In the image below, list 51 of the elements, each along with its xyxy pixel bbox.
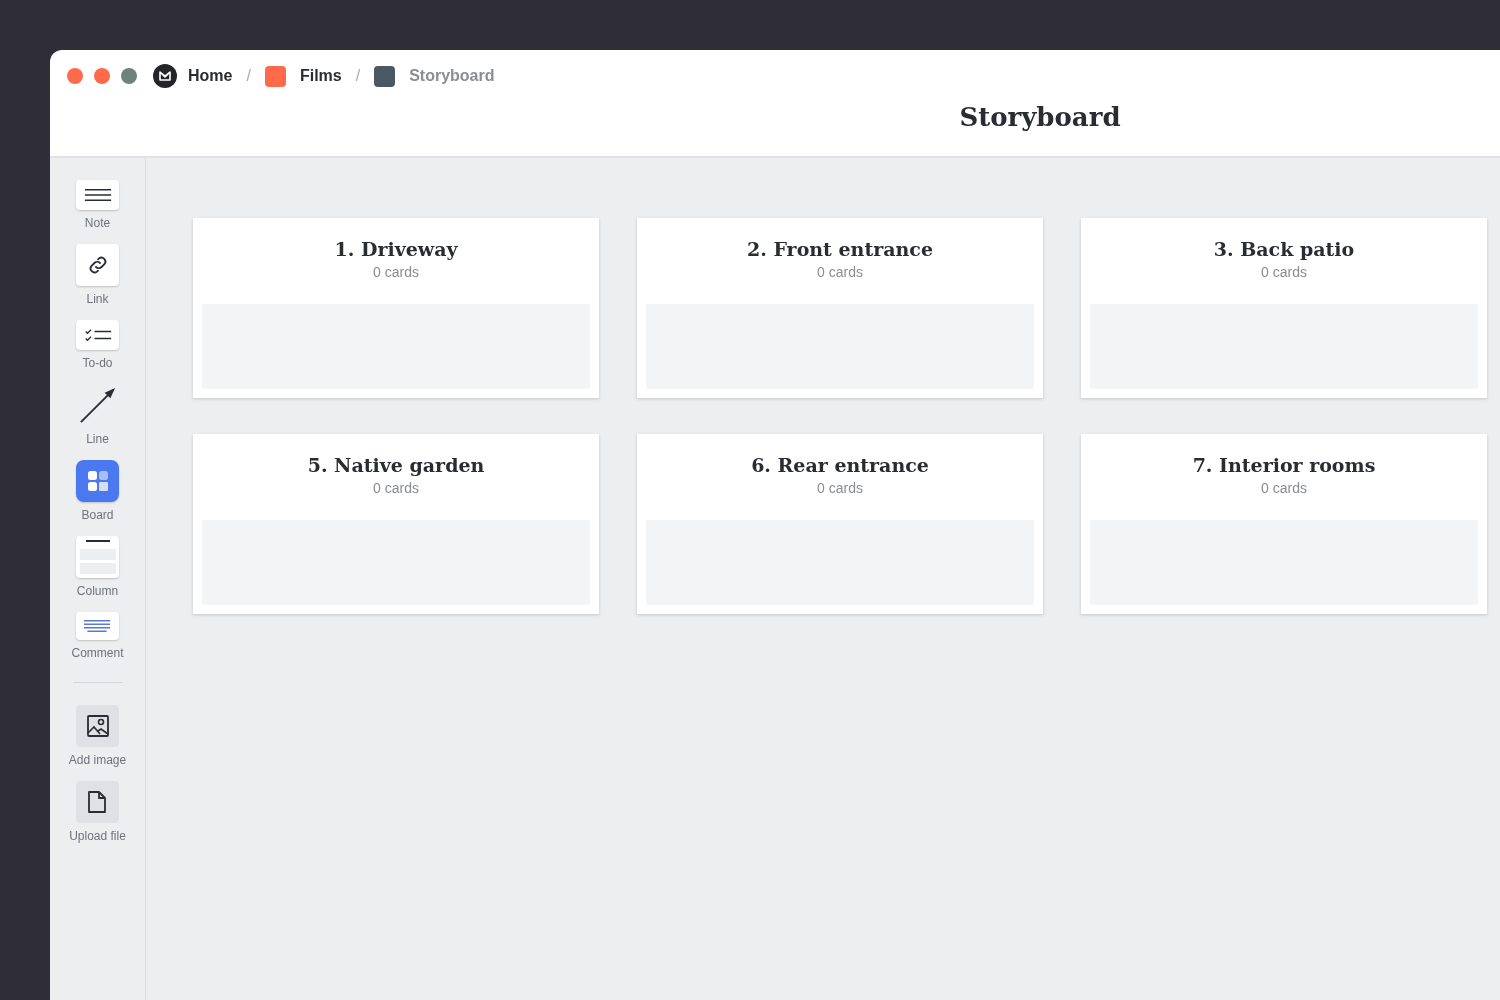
- tool-label: Line: [86, 432, 109, 446]
- board-icon: [85, 469, 110, 493]
- breadcrumb-separator: /: [246, 67, 251, 85]
- breadcrumb-link[interactable]: Home: [188, 67, 233, 85]
- page-title: Storyboard: [959, 102, 1121, 132]
- card-count: 0 cards: [373, 264, 419, 280]
- board-card[interactable]: 5. Native garden 0 cards: [193, 434, 599, 614]
- board-title: 1. Driveway: [334, 238, 458, 260]
- tool-label: Board: [81, 508, 114, 522]
- board-card[interactable]: 1. Driveway 0 cards: [193, 218, 599, 398]
- image-tool-button[interactable]: [76, 705, 119, 747]
- text-lines-icon: [83, 619, 112, 633]
- board-title: 2. Front entrance: [747, 238, 933, 260]
- comment-tool-button[interactable]: [76, 612, 119, 640]
- board-title: 7. Interior rooms: [1192, 454, 1376, 476]
- tool-label: Upload file: [69, 829, 126, 843]
- board-card[interactable]: 3. Back patio 0 cards: [1081, 218, 1487, 398]
- board-card[interactable]: 7. Interior rooms 0 cards: [1081, 434, 1487, 614]
- file-tool-button[interactable]: [76, 781, 119, 823]
- board-title: 3. Back patio: [1213, 238, 1355, 260]
- column-tool-button[interactable]: [76, 536, 119, 578]
- card-count: 0 cards: [373, 480, 419, 496]
- tool-label: Link: [86, 292, 109, 306]
- note-tool-button[interactable]: [76, 180, 119, 210]
- column-icon: [77, 537, 118, 577]
- checklist-icon: [83, 328, 112, 342]
- tool-label: Add image: [68, 753, 127, 767]
- maximize-light[interactable]: [121, 68, 137, 84]
- link-tool-button[interactable]: [76, 244, 119, 286]
- todo-tool-button[interactable]: [76, 320, 119, 350]
- tool-label: Note: [84, 216, 111, 230]
- card-count: 0 cards: [817, 480, 863, 496]
- breadcrumb-separator: /: [355, 67, 361, 85]
- board-tool-button[interactable]: [76, 460, 119, 502]
- board-title: 5. Native garden: [307, 454, 485, 476]
- board-title: 6. Rear entrance: [751, 454, 929, 476]
- board-card[interactable]: 2. Front entrance 0 cards: [637, 218, 1043, 398]
- card-count: 0 cards: [1261, 264, 1307, 280]
- board-card[interactable]: 6. Rear entrance 0 cards: [637, 434, 1043, 614]
- arrow-icon: [78, 386, 117, 424]
- card-count: 0 cards: [1261, 480, 1307, 496]
- close-light[interactable]: [67, 68, 83, 84]
- tool-label: Column: [76, 584, 119, 598]
- image-icon: [85, 714, 110, 738]
- tool-label: Comment: [71, 646, 124, 660]
- logo-icon: [153, 64, 177, 88]
- breadcrumb-link[interactable]: Films: [299, 67, 342, 85]
- minimize-light[interactable]: [94, 68, 110, 84]
- lines-icon: [83, 188, 112, 202]
- tool-label: To-do: [82, 356, 113, 370]
- card-count: 0 cards: [817, 264, 863, 280]
